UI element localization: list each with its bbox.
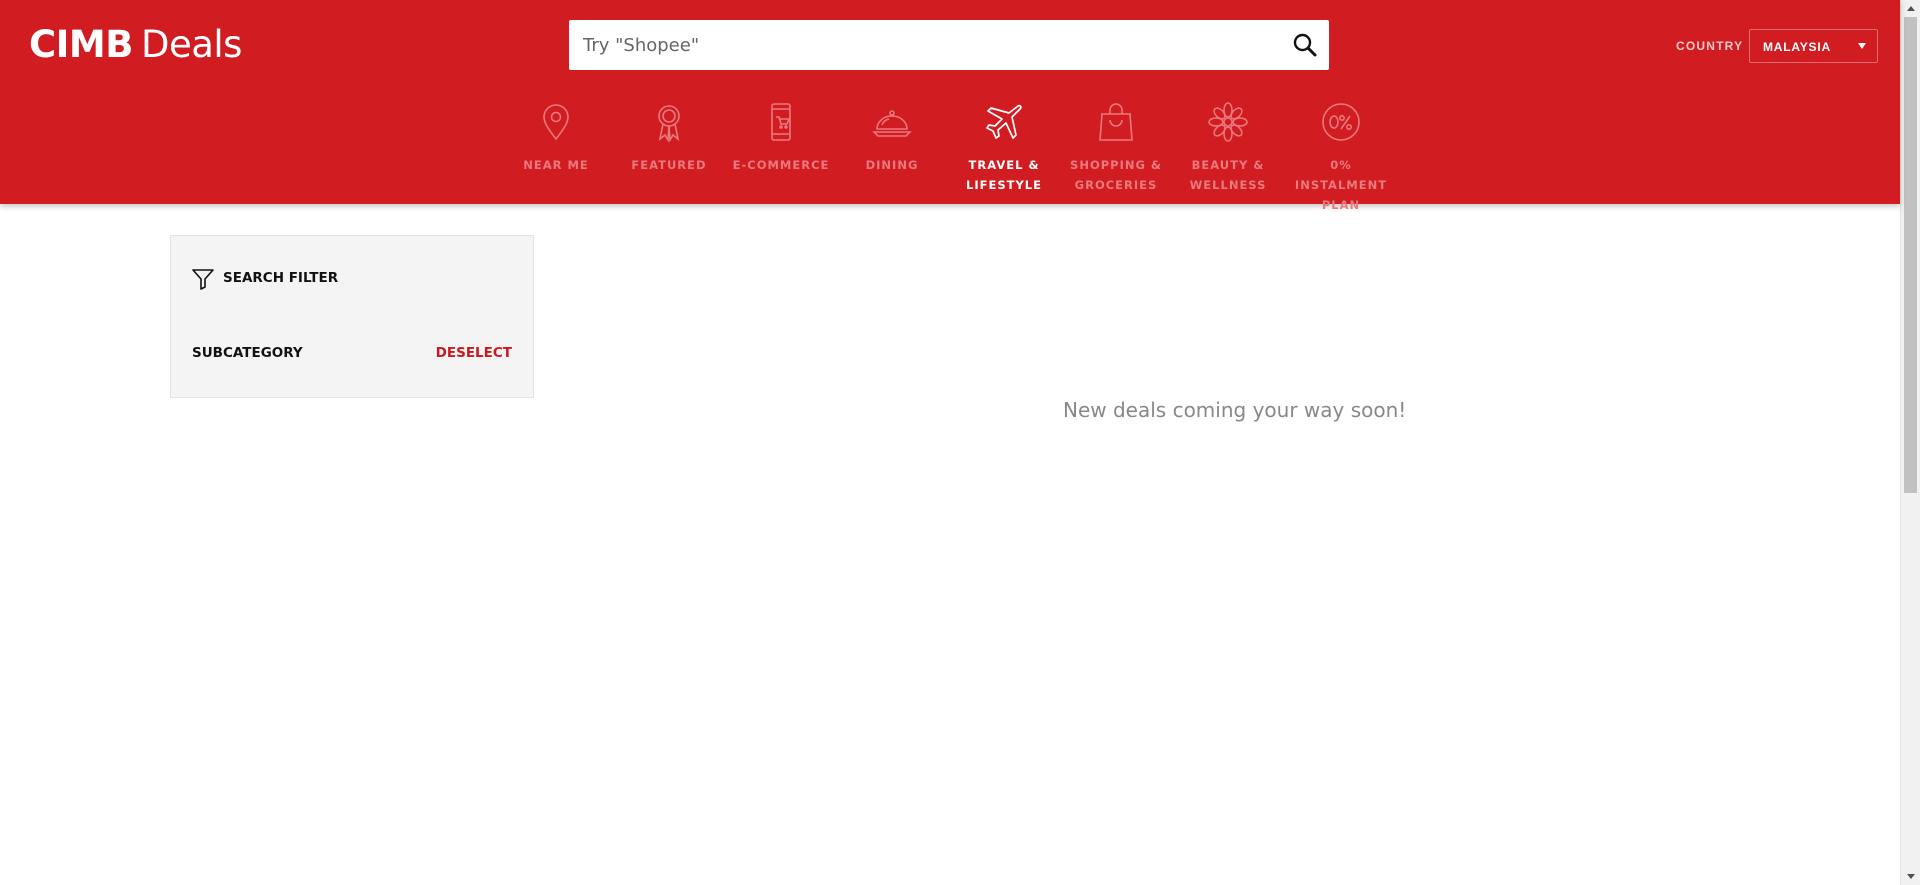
category-shopping-groceries[interactable]: SHOPPING & GROCERIES [1060, 96, 1172, 204]
vertical-scrollbar[interactable] [1900, 0, 1920, 885]
shopping-bag-icon [1096, 102, 1136, 142]
chevron-down-icon [1858, 43, 1866, 49]
country-label: COUNTRY [1676, 39, 1744, 53]
category-nav: NEAR ME FEATURED E-COMMERCE DINING TRAVE… [0, 96, 1900, 212]
logo[interactable]: CIMB Deals [29, 18, 242, 72]
category-label: BEAUTY & WELLNESS [1189, 158, 1267, 192]
cloche-icon [872, 102, 912, 142]
airplane-icon [984, 102, 1024, 142]
subcategory-label: SUBCATEGORY [192, 345, 303, 361]
deselect-link[interactable]: DESELECT [436, 344, 512, 362]
category-e-commerce[interactable]: E-COMMERCE [725, 96, 837, 204]
category-label: FEATURED [631, 158, 707, 172]
search-bar [569, 20, 1329, 70]
category-featured[interactable]: FEATURED [613, 96, 725, 204]
category-label: 0% INSTALMENT PLAN [1294, 158, 1388, 212]
category-label: NEAR ME [523, 158, 589, 172]
country-value: MALAYSIA [1763, 40, 1831, 54]
search-filter-panel: SEARCH FILTER SUBCATEGORY DESELECT [170, 235, 534, 398]
percent-circle-icon [1321, 102, 1361, 142]
phone-cart-icon [761, 102, 801, 142]
country-select[interactable]: MALAYSIA [1749, 29, 1878, 63]
category-near-me[interactable]: NEAR ME [500, 96, 612, 204]
category-travel-lifestyle[interactable]: TRAVEL & LIFESTYLE [948, 96, 1060, 204]
category-instalment-plan[interactable]: 0% INSTALMENT PLAN [1285, 96, 1397, 212]
search-input[interactable] [569, 20, 1269, 70]
category-label: TRAVEL & LIFESTYLE [966, 158, 1042, 192]
logo-suffix: Deals [140, 23, 242, 66]
site-header: CIMBDeals COUNTRY MALAYSIA [0, 0, 1900, 212]
category-dining[interactable]: DINING [836, 96, 948, 204]
scroll-up-arrow-icon[interactable] [1901, 0, 1920, 17]
award-ribbon-icon [649, 102, 689, 142]
logo-brand: CIMB [29, 23, 133, 66]
page: CIMBDeals COUNTRY MALAYSIA [0, 0, 1920, 885]
flower-icon [1208, 102, 1248, 142]
empty-state-message: New deals coming your way soon! [1063, 398, 1407, 422]
category-label: SHOPPING & GROCERIES [1070, 158, 1162, 192]
category-label: DINING [865, 158, 919, 172]
category-beauty-wellness[interactable]: BEAUTY & WELLNESS [1172, 96, 1284, 204]
search-icon[interactable] [1291, 31, 1319, 59]
scroll-down-arrow-icon[interactable] [1901, 868, 1920, 885]
filter-funnel-icon [192, 268, 214, 290]
scrollbar-thumb[interactable] [1904, 17, 1917, 493]
map-pin-icon [536, 102, 576, 142]
filter-title: SEARCH FILTER [223, 270, 339, 286]
category-label: E-COMMERCE [732, 158, 830, 172]
